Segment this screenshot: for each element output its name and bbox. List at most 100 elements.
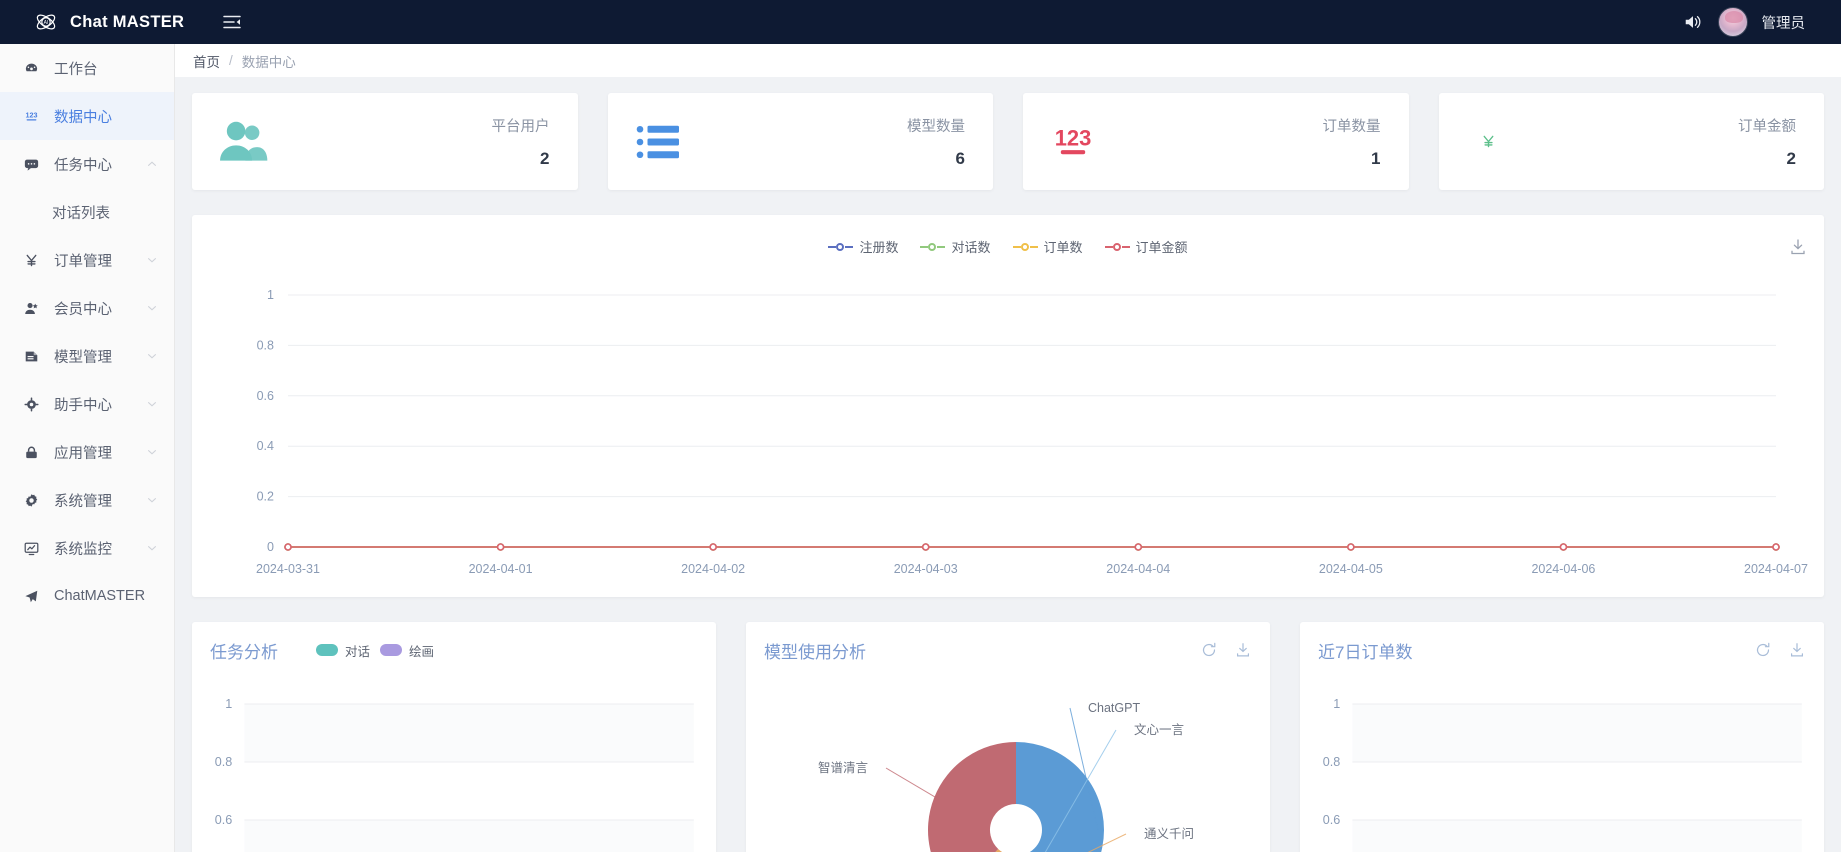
brand[interactable]: AI Chat MASTER <box>0 10 205 34</box>
trend-chart-svg: 0 0.2 0.4 0.6 0.8 1 2024-03-31 2024-04-01 2024-0… <box>256 288 1808 576</box>
sidebar-item-6[interactable]: 模型管理 <box>0 332 174 380</box>
svg-text:0.6: 0.6 <box>257 389 274 403</box>
stat-card-row: 平台用户 2 模型数量 6 123 订单数量 1 订单金额 2 <box>192 93 1824 190</box>
legend-label: 绘画 <box>409 644 435 659</box>
chevron-up-icon[interactable] <box>146 158 158 170</box>
legend-item[interactable]: 对话 <box>316 641 370 660</box>
number-123-icon: 123 <box>1045 114 1101 170</box>
download-icon[interactable] <box>1234 641 1252 659</box>
panel-header: 模型使用分析 <box>746 622 1270 678</box>
svg-text:0.6: 0.6 <box>215 813 233 827</box>
trend-chart-panel: 注册数 对话数 订单数 订单金额 0 0.2 0.4 0.6 0.8 1 2024-03-31 20… <box>192 215 1824 597</box>
stat-text: 平台用户 2 <box>492 115 550 169</box>
top-bar: AI Chat MASTER 管理员 <box>0 0 1841 44</box>
legend-swatch <box>316 644 338 656</box>
chevron-down-icon[interactable] <box>146 446 158 458</box>
stat-title: 订单数量 <box>1322 118 1381 135</box>
topbar-right: 管理员 <box>1682 7 1841 37</box>
stat-card[interactable]: 模型数量 6 <box>607 93 993 190</box>
breadcrumb-current: 数据中心 <box>241 54 296 70</box>
menu-collapse-icon[interactable] <box>219 9 245 35</box>
legend-label: 对话 <box>345 644 371 659</box>
sidebar-item-1[interactable]: 123 数据中心 <box>0 92 174 140</box>
brand-name: Chat MASTER <box>70 12 185 31</box>
sidebar-item-label: 工作台 <box>54 61 98 78</box>
sidebar-item-5[interactable]: 会员中心 <box>0 284 174 332</box>
svg-text:0.8: 0.8 <box>1323 755 1341 769</box>
legend-marker <box>828 241 854 253</box>
sidebar-item-label: 系统监控 <box>54 541 112 558</box>
username-label: 管理员 <box>1761 15 1806 32</box>
analysis-panel: 近7日订单数10.80.60.4 <box>1300 622 1824 852</box>
sidebar-item-9[interactable]: 系统管理 <box>0 476 174 524</box>
svg-text:通义千问: 通义千问 <box>1144 827 1194 841</box>
sidebar-item-10[interactable]: 系统监控 <box>0 524 174 572</box>
legend-item[interactable]: 订单数 <box>1012 237 1083 256</box>
legend-item[interactable]: 注册数 <box>828 237 898 256</box>
sidebar-item-0[interactable]: 工作台 <box>0 44 174 92</box>
panel-chart-svg: 10.80.60.4 <box>1323 697 1802 852</box>
lock-icon <box>22 443 41 462</box>
svg-text:123: 123 <box>25 110 37 119</box>
svg-text:0.2: 0.2 <box>257 490 274 504</box>
chevron-down-icon[interactable] <box>146 350 158 362</box>
sidebar: 工作台 123 数据中心任务中心对话列表 订单管理 会员中心模型管理助手中心应用管理系统… <box>0 44 175 852</box>
svg-text:2024-04-06: 2024-04-06 <box>1531 562 1595 576</box>
svg-text:0.4: 0.4 <box>257 439 274 453</box>
sidebar-item-4[interactable]: 订单管理 <box>0 236 174 284</box>
yuan-icon <box>22 251 41 270</box>
breadcrumb-home[interactable]: 首页 <box>193 51 220 71</box>
download-icon[interactable] <box>1788 237 1808 257</box>
sound-on-icon[interactable] <box>1682 11 1704 33</box>
refresh-icon[interactable] <box>1754 641 1772 659</box>
download-icon[interactable] <box>1788 641 1806 659</box>
sidebar-item-label: 助手中心 <box>54 397 112 414</box>
legend-item[interactable]: 对话数 <box>920 237 991 256</box>
stat-text: 模型数量 6 <box>907 115 965 169</box>
panel-title: 任务分析 <box>210 642 278 662</box>
sidebar-item-2[interactable]: 任务中心 <box>0 140 174 188</box>
svg-text:1: 1 <box>1333 697 1340 711</box>
legend-marker <box>1104 241 1130 253</box>
stat-card[interactable]: 平台用户 2 <box>192 93 578 190</box>
legend-item[interactable]: 绘画 <box>380 641 434 660</box>
member-icon <box>22 299 41 318</box>
legend-item[interactable]: 订单金额 <box>1104 237 1188 256</box>
svg-text:2024-04-02: 2024-04-02 <box>681 562 745 576</box>
panel-chart-svg: 10.80.60.4 <box>215 697 694 852</box>
panel-tools <box>1200 641 1252 659</box>
svg-text:2024-04-01: 2024-04-01 <box>469 562 533 576</box>
panel-title: 模型使用分析 <box>764 642 866 662</box>
sidebar-item-7[interactable]: 助手中心 <box>0 380 174 428</box>
chevron-down-icon[interactable] <box>146 542 158 554</box>
atom-ai-logo-icon: AI <box>34 10 58 34</box>
sidebar-item-label: 任务中心 <box>54 157 112 174</box>
sidebar-item-label: ChatMASTER <box>54 588 146 604</box>
chevron-down-icon[interactable] <box>146 254 158 266</box>
sidebar-item-label: 系统管理 <box>54 493 112 510</box>
stat-card[interactable]: 订单金额 2 <box>1438 93 1824 190</box>
sidebar-item-label: 模型管理 <box>54 349 112 366</box>
legend-marker <box>1012 241 1038 253</box>
stat-text: 订单金额 2 <box>1738 115 1796 169</box>
refresh-icon[interactable] <box>1200 641 1218 659</box>
stat-card[interactable]: 123 订单数量 1 <box>1023 93 1409 190</box>
chevron-down-icon[interactable] <box>146 398 158 410</box>
monitor-icon <box>22 539 41 558</box>
sidebar-item-3[interactable]: 对话列表 <box>0 188 174 236</box>
yuan-icon <box>1461 114 1517 170</box>
sidebar-item-8[interactable]: 应用管理 <box>0 428 174 476</box>
stat-value: 2 <box>540 148 550 168</box>
stat-value: 6 <box>955 148 965 168</box>
svg-text:2024-04-05: 2024-04-05 <box>1319 562 1383 576</box>
sidebar-item-label: 数据中心 <box>54 109 112 126</box>
svg-text:1: 1 <box>225 697 232 711</box>
dashboard-body: 平台用户 2 模型数量 6 123 订单数量 1 订单金额 2 注册数 对话数 订单数 订单金额 0 0… <box>175 77 1841 852</box>
gear-icon <box>22 491 41 510</box>
svg-text:2024-03-31: 2024-03-31 <box>256 562 320 576</box>
chevron-down-icon[interactable] <box>146 494 158 506</box>
svg-text:0: 0 <box>267 540 274 554</box>
chevron-down-icon[interactable] <box>146 302 158 314</box>
sidebar-item-11[interactable]: ChatMASTER <box>0 572 174 620</box>
avatar[interactable] <box>1717 7 1748 37</box>
